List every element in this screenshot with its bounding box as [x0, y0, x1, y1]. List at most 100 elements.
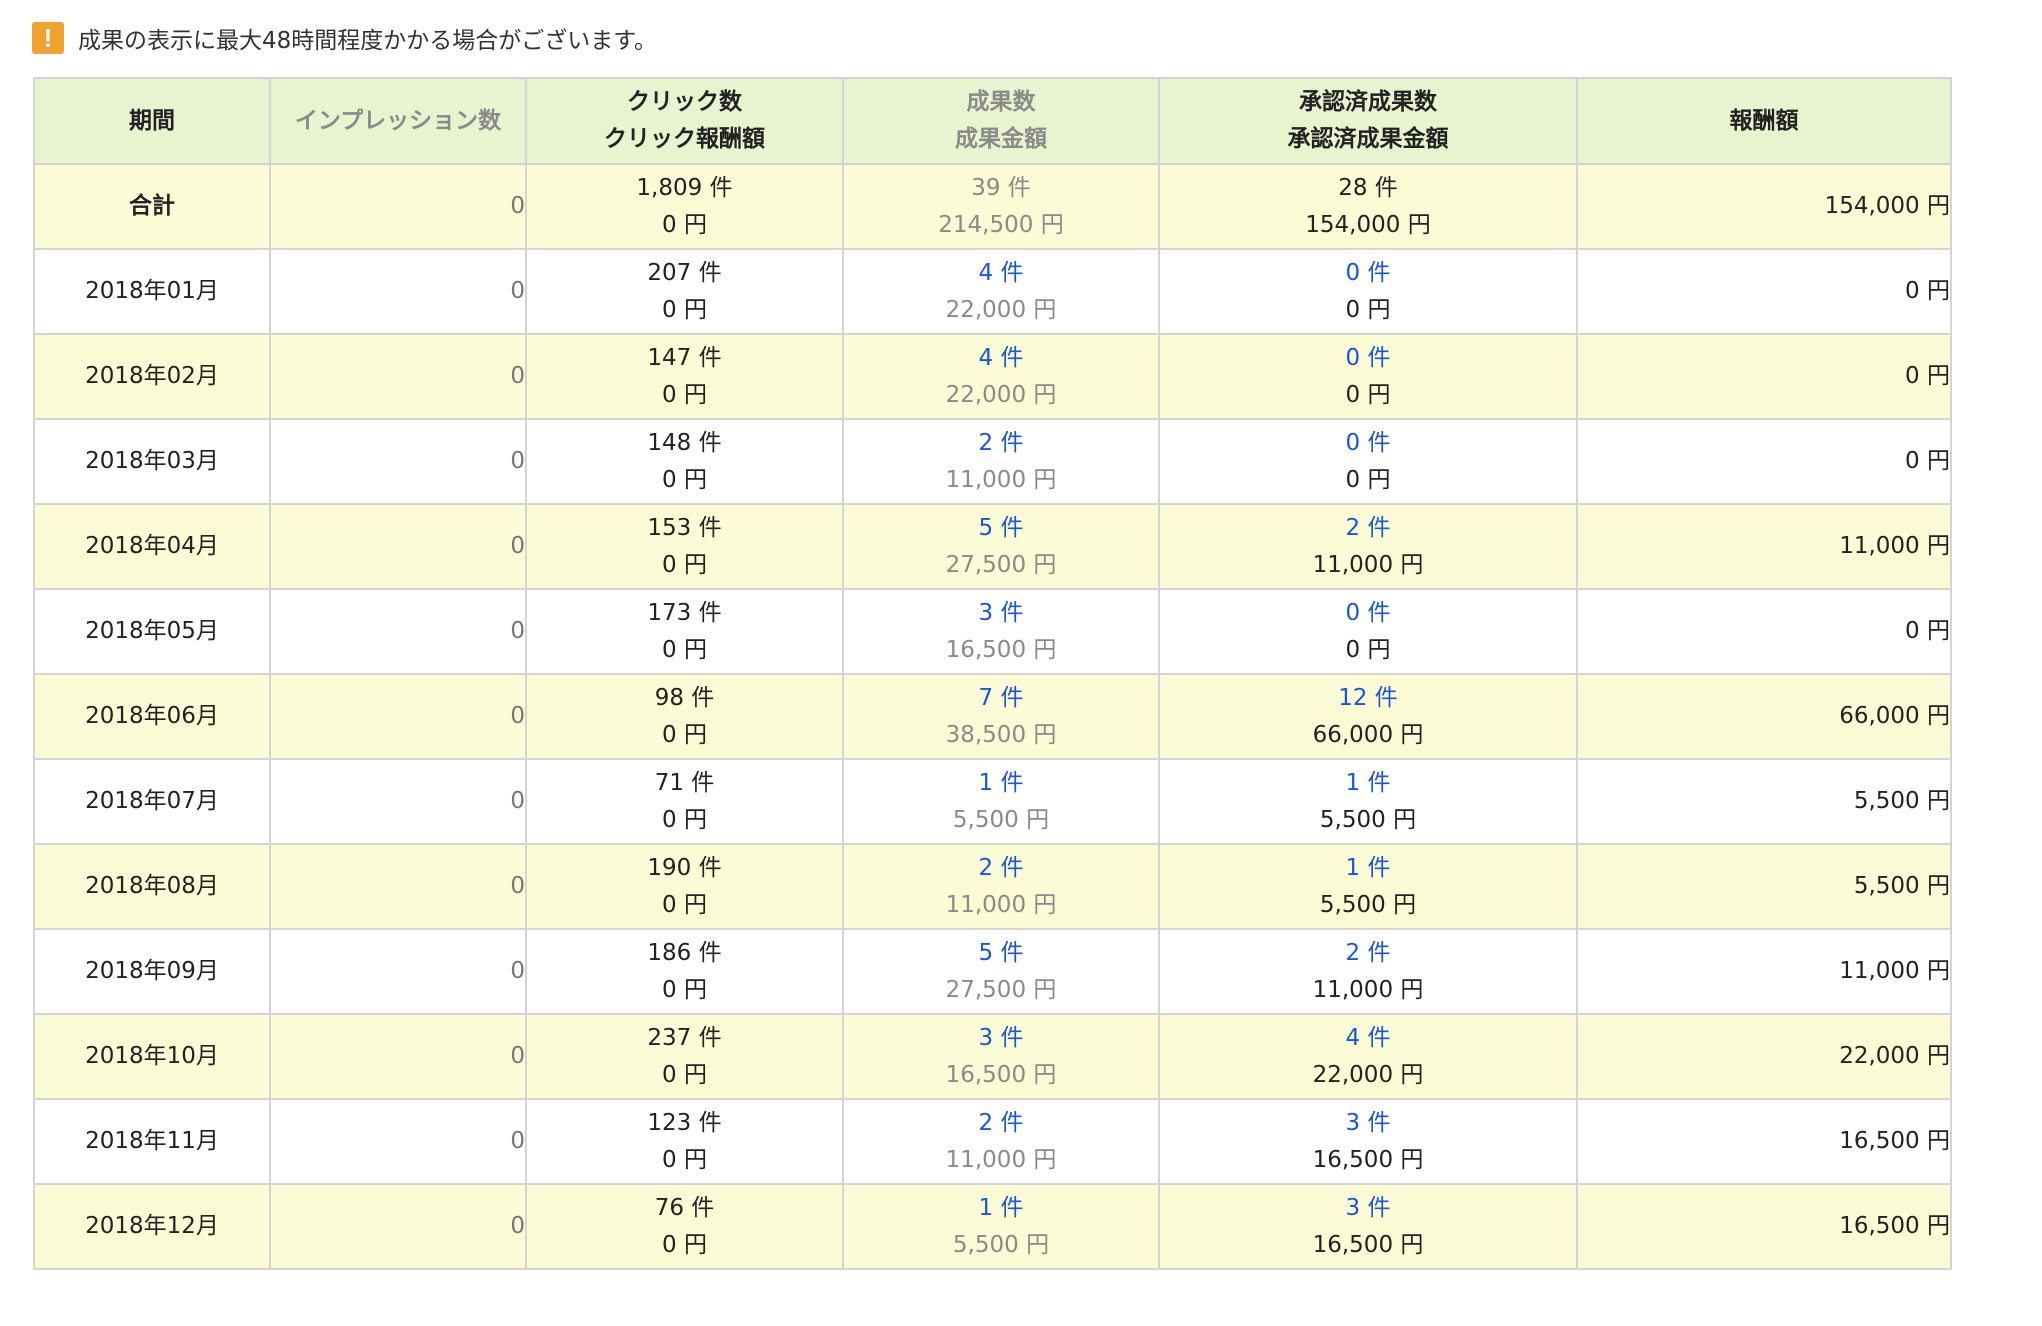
reward-cell: 154,000 円 [1576, 163, 1952, 250]
approved-amount: 22,000 円 [1312, 1061, 1424, 1088]
results-count-link[interactable]: 2 件 [844, 425, 1158, 462]
approved-count-link[interactable]: 3 件 [1160, 1105, 1576, 1142]
impressions-cell: 0 [269, 418, 527, 505]
approved-count-link[interactable]: 0 件 [1160, 340, 1576, 377]
results-count-link[interactable]: 4 件 [844, 255, 1158, 292]
approved-amount: 11,000 円 [1312, 976, 1424, 1003]
approved-amount: 16,500 円 [1312, 1231, 1424, 1258]
table-row: 2018年02月 0 147 件0 円4 件 22,000 円0 件0 円0 円 [33, 333, 1952, 420]
approved-amount: 5,500 円 [1319, 806, 1417, 833]
impressions-cell: 0 [269, 928, 527, 1015]
impressions-cell: 0 [269, 1183, 527, 1270]
header-click-reward: クリック報酬額 [604, 126, 765, 152]
header-approved-count: 承認済成果数 [1299, 89, 1437, 115]
exclamation-icon: ! [32, 22, 64, 54]
results-amount: 5,500 円 [952, 1231, 1050, 1258]
approved-cell: 3 件 16,500 円 [1158, 1183, 1578, 1270]
click-reward: 0 円 [662, 296, 707, 323]
results-count-link[interactable]: 7 件 [844, 680, 1158, 717]
table-row: 2018年09月 0 186 件0 円5 件 27,500 円2 件 11,000 円1… [33, 928, 1952, 1015]
approved-cell: 0 件0 円 [1158, 418, 1578, 505]
click-reward: 0 円 [662, 976, 707, 1003]
results-cell: 3 件 16,500 円 [842, 1013, 1160, 1100]
results-count-link[interactable]: 2 件 [844, 850, 1158, 887]
results-cell: 1 件 5,500 円 [842, 1183, 1160, 1270]
results-count-link[interactable]: 3 件 [844, 1020, 1158, 1057]
reward-cell: 0 円 [1576, 588, 1952, 675]
results-cell: 2 件 11,000 円 [842, 843, 1160, 930]
clicks-cell: 186 件 0 円 [525, 928, 844, 1015]
period-cell: 2018年07月 [33, 758, 271, 845]
header-reward: 報酬額 [1576, 77, 1952, 165]
results-cell: 2 件 11,000 円 [842, 418, 1160, 505]
approved-count-link[interactable]: 0 件 [1160, 425, 1576, 462]
header-impressions: インプレッション数 [269, 77, 527, 165]
click-count: 186 件 [647, 939, 722, 966]
approved-count-link[interactable]: 12 件 [1160, 680, 1576, 717]
period-cell: 2018年09月 [33, 928, 271, 1015]
click-reward: 0 円 [662, 1231, 707, 1258]
approved-cell: 0 件0 円 [1158, 333, 1578, 420]
click-count: 76 件 [654, 1194, 715, 1221]
approved-amount: 0 円 [1345, 296, 1391, 323]
results-count-link[interactable]: 2 件 [844, 1105, 1158, 1142]
click-reward: 0 円 [662, 211, 707, 238]
results-amount: 27,500 円 [945, 976, 1057, 1003]
results-cell: 7 件 38,500 円 [842, 673, 1160, 760]
reward-cell: 5,500 円 [1576, 758, 1952, 845]
reward-cell: 11,000 円 [1576, 503, 1952, 590]
click-count: 1,809 件 [636, 174, 733, 201]
clicks-cell: 190 件 0 円 [525, 843, 844, 930]
results-count-link[interactable]: 1 件 [844, 1190, 1158, 1227]
approved-count-link[interactable]: 2 件 [1160, 510, 1576, 547]
results-count-link[interactable]: 5 件 [844, 510, 1158, 547]
results-amount: 38,500 円 [945, 721, 1057, 748]
results-count-link[interactable]: 5 件 [844, 935, 1158, 972]
results-cell: 4 件 22,000 円 [842, 248, 1160, 335]
approved-count-link[interactable]: 4 件 [1160, 1020, 1576, 1057]
header-results-count: 成果数 [966, 89, 1036, 115]
impressions-cell: 0 [269, 843, 527, 930]
table-row: 2018年07月 0 71 件0 円1 件 5,500 円1 件 5,500 円 5,50… [33, 758, 1952, 845]
approved-amount: 11,000 円 [1312, 551, 1424, 578]
header-period: 期間 [33, 77, 271, 165]
approved-amount: 16,500 円 [1312, 1146, 1424, 1173]
impressions-cell: 0 [269, 503, 527, 590]
table-total-row: 合計 0 1,809 件 0 円 39 件 214,500 円 28 件 154,000 円 1… [33, 163, 1952, 250]
reward-cell: 0 円 [1576, 418, 1952, 505]
period-cell: 2018年06月 [33, 673, 271, 760]
approved-count-link[interactable]: 1 件 [1160, 765, 1576, 802]
reward-cell: 16,500 円 [1576, 1098, 1952, 1185]
header-results-amount: 成果金額 [955, 126, 1047, 152]
click-reward: 0 円 [662, 1061, 707, 1088]
period-cell: 2018年02月 [33, 333, 271, 420]
reward-cell: 0 円 [1576, 248, 1952, 335]
results-count-link[interactable]: 4 件 [844, 340, 1158, 377]
approved-cell: 4 件 22,000 円 [1158, 1013, 1578, 1100]
approved-count-link[interactable]: 0 件 [1160, 595, 1576, 632]
click-count: 153 件 [647, 514, 722, 541]
clicks-cell: 1,809 件 0 円 [525, 163, 844, 250]
results-amount: 5,500 円 [952, 806, 1050, 833]
approved-cell: 0 件0 円 [1158, 248, 1578, 335]
approved-count-link[interactable]: 2 件 [1160, 935, 1576, 972]
results-amount: 16,500 円 [945, 636, 1057, 663]
results-count-link[interactable]: 3 件 [844, 595, 1158, 632]
clicks-cell: 207 件 0 円 [525, 248, 844, 335]
approved-cell: 1 件 5,500 円 [1158, 843, 1578, 930]
table-header-row: 期間 インプレッション数 クリック数 クリック報酬額 成果数 成果金額 承認済成… [33, 77, 1952, 165]
results-amount: 11,000 円 [945, 891, 1057, 918]
reward-cell: 11,000 円 [1576, 928, 1952, 1015]
notice-banner: ! 成果の表示に最大48時間程度かかる場合がございます。 [32, 21, 657, 55]
results-count-link[interactable]: 1 件 [844, 765, 1158, 802]
table-row: 2018年12月 0 76 件0 円1 件 5,500 円3 件 16,500 円 16,… [33, 1183, 1952, 1270]
click-count: 207 件 [647, 259, 722, 286]
period-cell: 合計 [33, 163, 271, 250]
approved-cell: 1 件 5,500 円 [1158, 758, 1578, 845]
approved-count-link[interactable]: 1 件 [1160, 850, 1576, 887]
table-row: 2018年10月 0 237 件0 円3 件 16,500 円4 件 22,000 円2… [33, 1013, 1952, 1100]
approved-count-link[interactable]: 3 件 [1160, 1190, 1576, 1227]
approved-count-link[interactable]: 0 件 [1160, 255, 1576, 292]
results-cell: 5 件 27,500 円 [842, 928, 1160, 1015]
clicks-cell: 153 件 0 円 [525, 503, 844, 590]
